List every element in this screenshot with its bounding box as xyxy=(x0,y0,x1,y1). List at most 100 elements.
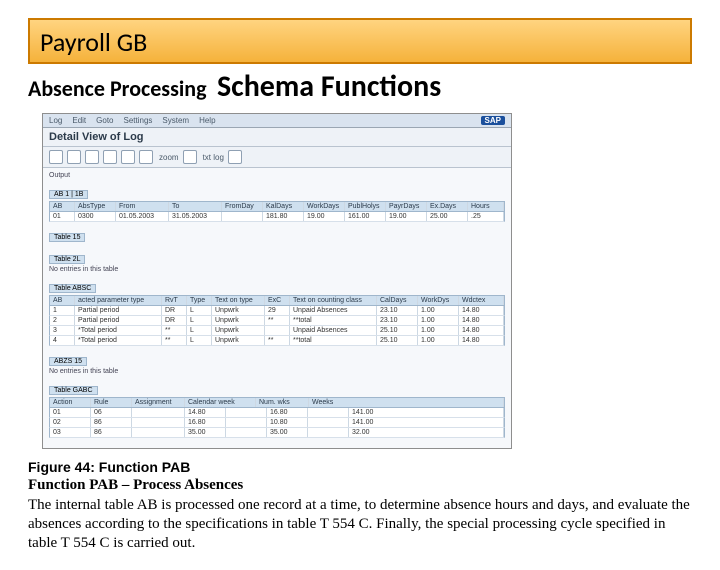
cell: ** xyxy=(265,336,290,345)
cell: 25.00 xyxy=(427,212,468,221)
table-row: 1Partial periodDRLUnpwrk29Unpaid Absence… xyxy=(49,306,505,316)
cell: 141.00 xyxy=(349,418,504,427)
menu-item[interactable]: Log xyxy=(49,116,62,125)
toolbar-button[interactable] xyxy=(228,150,242,164)
col-h: ExC xyxy=(265,296,290,305)
cell: DR xyxy=(162,316,187,325)
toolbar-label-zoom: zoom xyxy=(159,153,179,162)
cell: 14.80 xyxy=(459,336,504,345)
cell xyxy=(132,428,185,437)
col-h: AB xyxy=(50,202,75,211)
cell: 23.10 xyxy=(377,316,418,325)
toolbar-button[interactable] xyxy=(183,150,197,164)
table15-label: Table 15 xyxy=(49,233,85,242)
cell: 4 xyxy=(50,336,75,345)
cell: Unpwrk xyxy=(212,326,265,335)
cell: L xyxy=(187,336,212,345)
toolbar-button[interactable] xyxy=(67,150,81,164)
col-h: Text on counting class xyxy=(290,296,377,305)
page-title-box: Payroll GB xyxy=(28,18,692,64)
menu-item[interactable]: Edit xyxy=(72,116,86,125)
menu-item[interactable]: Help xyxy=(199,116,215,125)
col-h: CalDays xyxy=(377,296,418,305)
ab-section: AB 1 | 1B AB AbsType From To FromDay Kal… xyxy=(49,183,505,222)
cell: **total xyxy=(290,316,377,325)
cell: .25 xyxy=(468,212,504,221)
cell: 32.00 xyxy=(349,428,504,437)
col-h: Rule xyxy=(91,398,132,407)
col-h: PublHolys xyxy=(345,202,386,211)
col-h: Wdctex xyxy=(459,296,504,305)
body-text: The internal table AB is processed one r… xyxy=(28,496,692,552)
menu-item[interactable]: Settings xyxy=(124,116,153,125)
cell: Unpwrk xyxy=(212,336,265,345)
cell: 14.80 xyxy=(459,326,504,335)
table2l-note: No entries in this table xyxy=(49,266,505,273)
col-h: Type xyxy=(187,296,212,305)
toolbar-button[interactable] xyxy=(103,150,117,164)
abzs-label: ABZS 15 xyxy=(49,357,87,366)
toolbar-button[interactable] xyxy=(49,150,63,164)
col-h: WorkDays xyxy=(304,202,345,211)
col-h: RvT xyxy=(162,296,187,305)
col-h: PayrDays xyxy=(386,202,427,211)
col-h: Calendar week xyxy=(185,398,256,407)
cell xyxy=(222,212,263,221)
cell: Unpwrk xyxy=(212,306,265,315)
toolbar-button[interactable] xyxy=(85,150,99,164)
absc-header-row: AB acted parameter type RvT Type Text on… xyxy=(49,295,505,306)
cell xyxy=(226,418,267,427)
col-h: From xyxy=(116,202,169,211)
cell: 25.10 xyxy=(377,326,418,335)
cell: DR xyxy=(162,306,187,315)
table-row: 038635.0035.0032.00 xyxy=(49,428,505,438)
cell: 19.00 xyxy=(304,212,345,221)
figure-subcaption: Function PAB – Process Absences xyxy=(28,477,692,494)
col-h: AB xyxy=(50,296,75,305)
col-h: To xyxy=(169,202,222,211)
cell: ** xyxy=(162,326,187,335)
cell: 29 xyxy=(265,306,290,315)
cell: 14.80 xyxy=(459,316,504,325)
toolbar-button[interactable] xyxy=(121,150,135,164)
col-h: WorkDys xyxy=(418,296,459,305)
cell: Partial period xyxy=(75,316,162,325)
cell: 161.00 xyxy=(345,212,386,221)
subtitle-row: Absence Processing Schema Functions xyxy=(28,68,692,105)
ab-header-row: AB AbsType From To FromDay KalDays WorkD… xyxy=(49,201,505,212)
col-h: AbsType xyxy=(75,202,116,211)
abzs-note: No entries in this table xyxy=(49,368,505,375)
col-h: Ex.Days xyxy=(427,202,468,211)
col-h: Action xyxy=(50,398,91,407)
cell xyxy=(132,418,185,427)
subtitle-b: Schema Functions xyxy=(217,68,441,105)
col-h: FromDay xyxy=(222,202,263,211)
cell: 19.00 xyxy=(386,212,427,221)
table15-section: Table 15 xyxy=(49,226,505,244)
cell: 0300 xyxy=(75,212,116,221)
cell: 23.10 xyxy=(377,306,418,315)
menu-item[interactable]: Goto xyxy=(96,116,113,125)
cell: 31.05.2003 xyxy=(169,212,222,221)
col-h: KalDays xyxy=(263,202,304,211)
cell: 03 xyxy=(50,428,91,437)
cell: 86 xyxy=(91,418,132,427)
sap-toolbar: zoom txt log xyxy=(43,147,511,168)
absc-label: Table ABSC xyxy=(49,284,96,293)
cell: 181.80 xyxy=(263,212,304,221)
cell: 16.80 xyxy=(267,408,308,417)
cell: 35.00 xyxy=(267,428,308,437)
menu-item[interactable]: System xyxy=(162,116,189,125)
table-row: 010614.8016.80141.00 xyxy=(49,408,505,418)
table-row: 4*Total period**LUnpwrk****total25.101.0… xyxy=(49,336,505,346)
cell xyxy=(226,428,267,437)
table-row: 2Partial periodDRLUnpwrk****total23.101.… xyxy=(49,316,505,326)
table-row: 3*Total period**LUnpwrkUnpaid Absences25… xyxy=(49,326,505,336)
cell: L xyxy=(187,326,212,335)
col-h: acted parameter type xyxy=(75,296,162,305)
cell: 25.10 xyxy=(377,336,418,345)
page-title: Payroll GB xyxy=(40,26,680,58)
toolbar-button[interactable] xyxy=(139,150,153,164)
col-h: Text on type xyxy=(212,296,265,305)
sap-screenshot: Log Edit Goto Settings System Help SAP D… xyxy=(42,113,512,449)
